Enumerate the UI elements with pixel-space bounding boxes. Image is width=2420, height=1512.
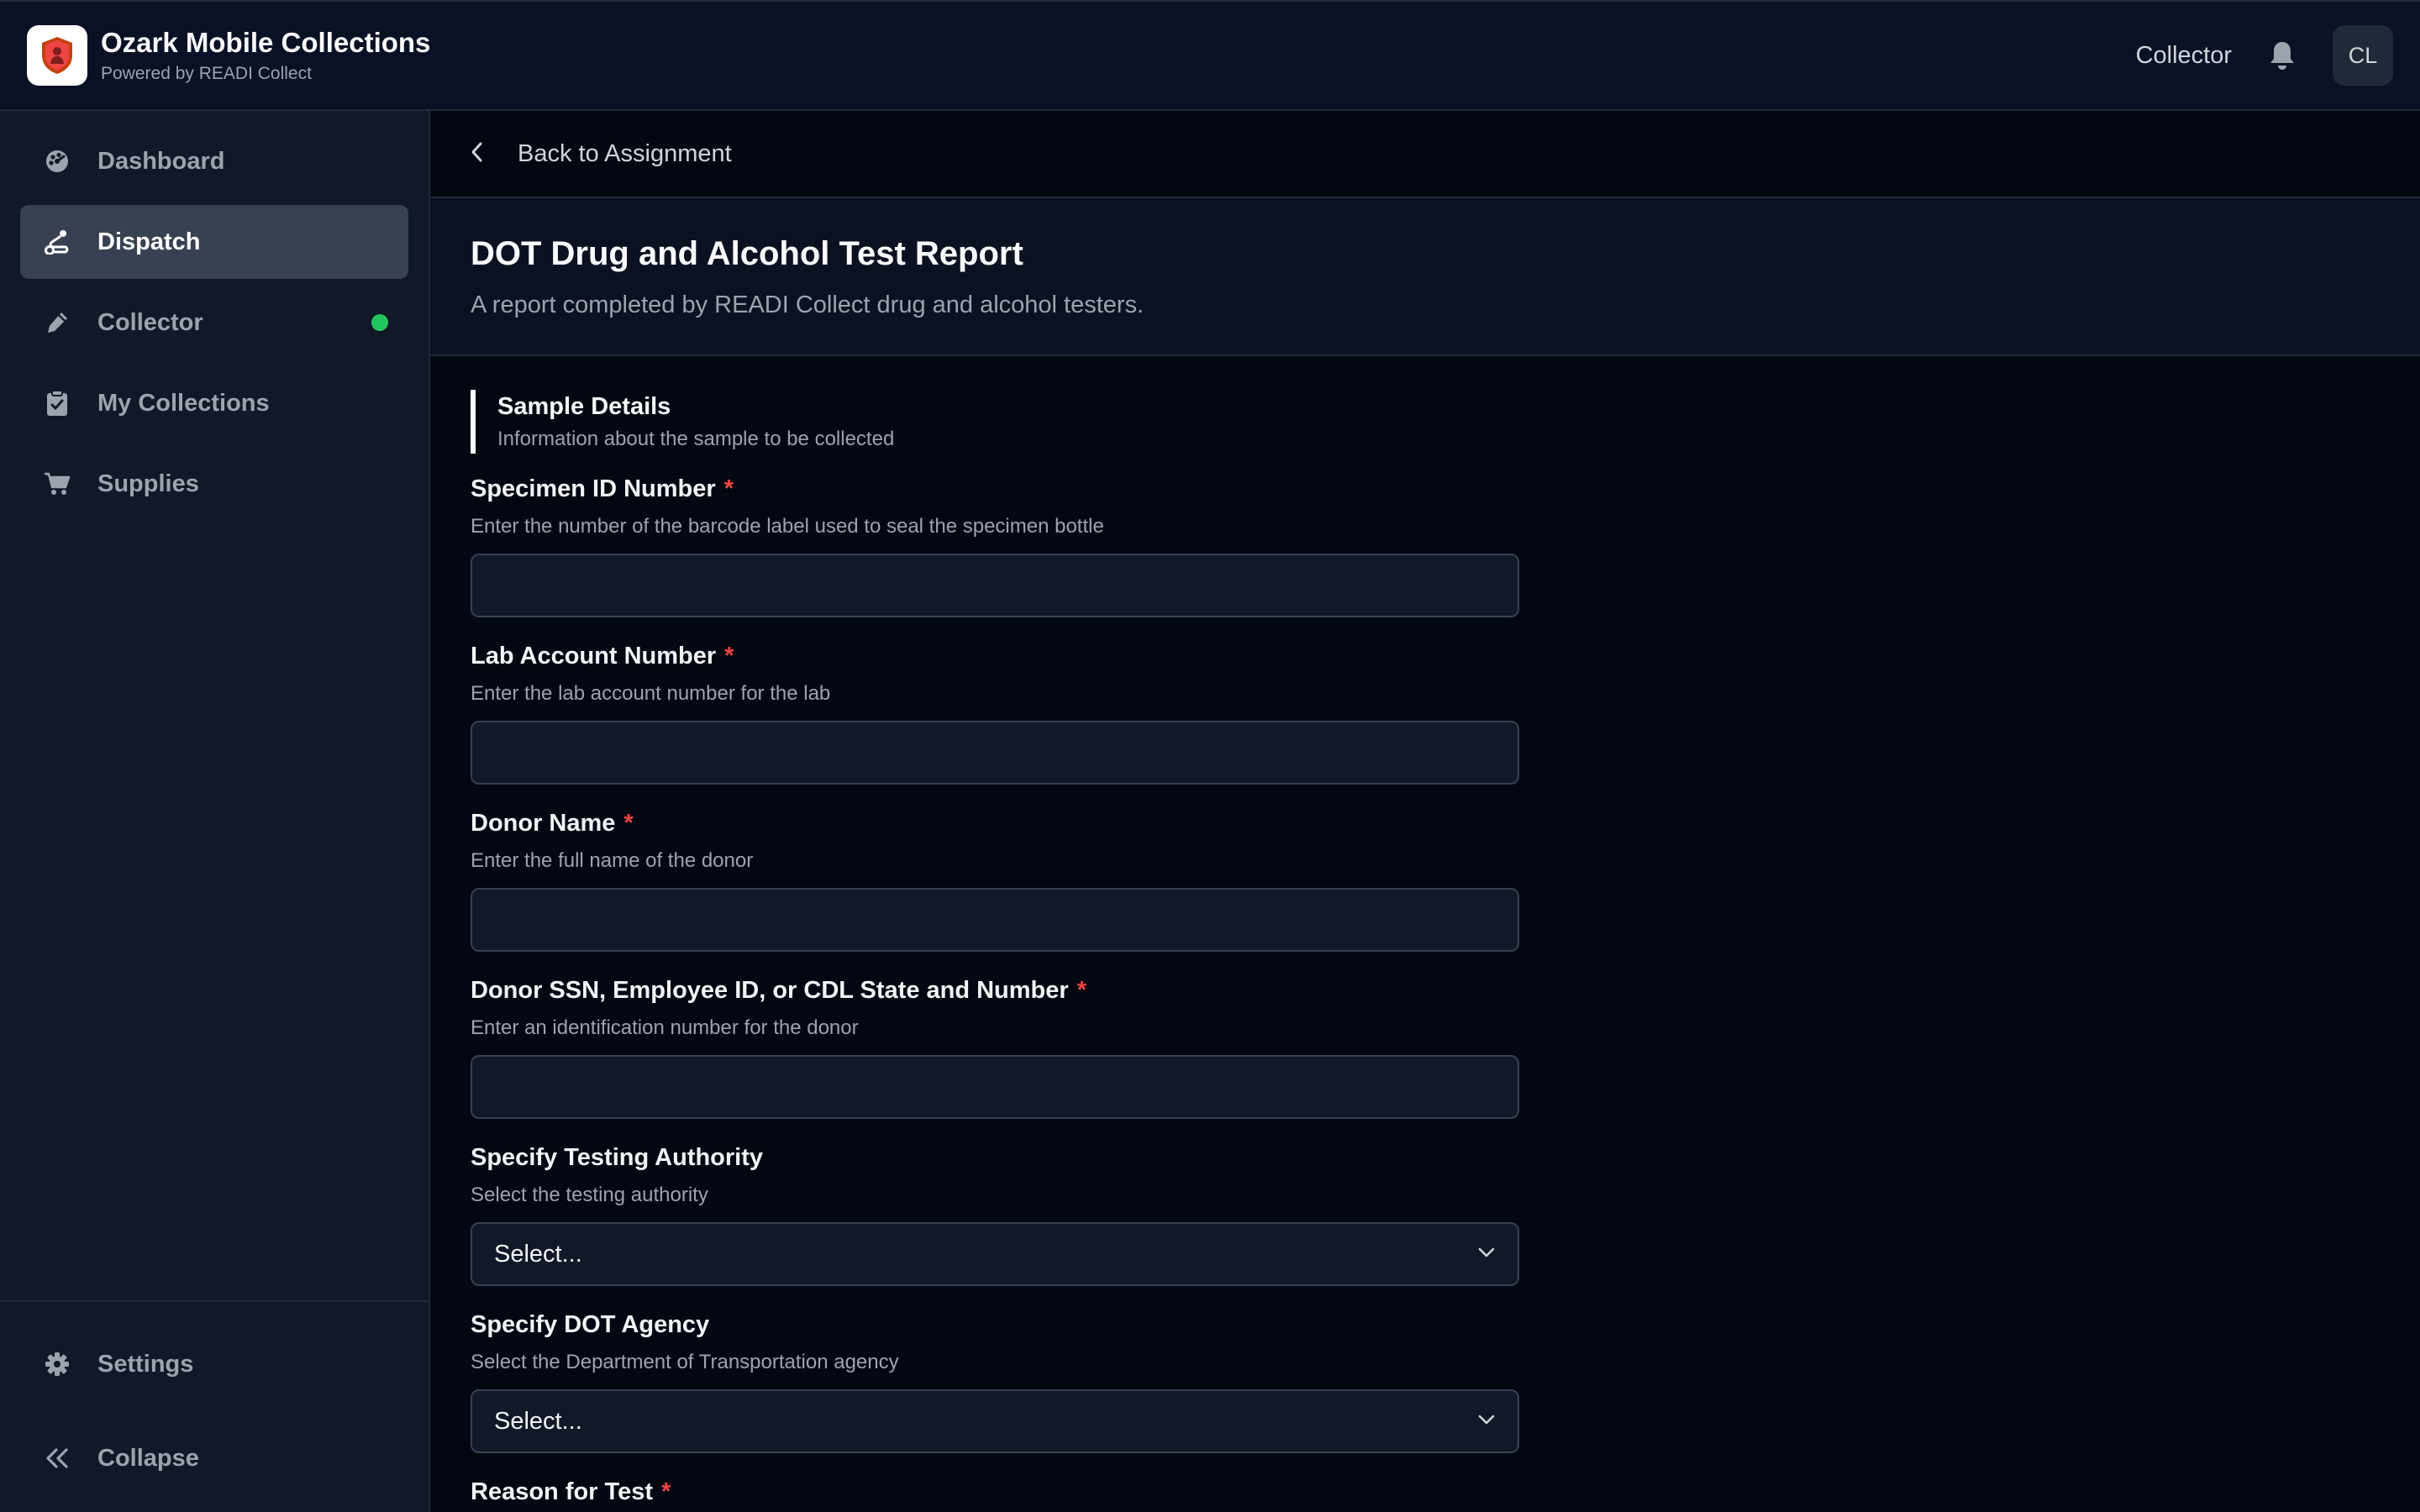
brand[interactable]: Ozark Mobile Collections Powered by READ… xyxy=(27,25,430,86)
app-subtitle: Powered by READI Collect xyxy=(101,64,312,83)
double-chevron-left-icon xyxy=(44,1445,71,1472)
page-subtitle: A report completed by READI Collect drug… xyxy=(471,291,1144,318)
required-marker: * xyxy=(1076,977,1086,1004)
sidebar-bottom: Settings Collapse xyxy=(0,1300,429,1512)
shield-logo-icon xyxy=(27,25,87,86)
pen-icon xyxy=(44,309,71,336)
sidebar-item-settings[interactable]: Settings xyxy=(20,1322,408,1406)
app-root: Ozark Mobile Collections Powered by READ… xyxy=(0,0,2420,1512)
role-label: Collector xyxy=(2135,41,2232,69)
cart-icon xyxy=(44,470,71,497)
sidebar-item-label: Settings xyxy=(97,1350,194,1378)
field-help: Enter the lab account number for the lab xyxy=(471,682,831,705)
sidebar-item-label: Dashboard xyxy=(97,147,225,175)
app-title: Ozark Mobile Collections xyxy=(101,27,431,58)
chevron-left-icon xyxy=(471,141,484,167)
top-header: Ozark Mobile Collections Powered by READ… xyxy=(0,0,2420,111)
select-value: Select... xyxy=(494,1407,582,1435)
online-status-dot xyxy=(371,314,388,331)
sidebar-item-collector[interactable]: Collector xyxy=(20,286,408,360)
back-label: Back to Assignment xyxy=(518,139,732,167)
report-form: Sample Details Information about the sam… xyxy=(430,356,2420,1506)
sidebar-item-supplies[interactable]: Supplies xyxy=(20,447,408,521)
clipboard-check-icon xyxy=(44,390,71,417)
sidebar-item-my-collections[interactable]: My Collections xyxy=(20,366,408,440)
lab-account-field-group: Lab Account Number * Enter the lab accou… xyxy=(471,643,1519,785)
field-label: Specimen ID Number xyxy=(471,475,716,502)
field-label: Specify Testing Authority xyxy=(471,1144,764,1171)
field-label: Specify DOT Agency xyxy=(471,1311,710,1338)
sidebar-item-label: Collector xyxy=(97,308,203,336)
chevron-down-icon xyxy=(1477,1414,1496,1430)
palette-icon xyxy=(44,148,71,175)
user-avatar[interactable]: CL xyxy=(2333,25,2393,86)
section-subtitle: Information about the sample to be colle… xyxy=(497,427,895,450)
sidebar-item-label: My Collections xyxy=(97,389,270,417)
page-header: DOT Drug and Alcohol Test Report A repor… xyxy=(430,198,2420,356)
route-icon xyxy=(44,228,71,255)
sidebar: Dashboard Dispatch Collector My Collecti… xyxy=(0,111,430,1512)
specimen-id-field-group: Specimen ID Number * Enter the number of… xyxy=(471,475,1519,617)
sidebar-item-label: Collapse xyxy=(97,1444,199,1472)
bell-icon[interactable] xyxy=(2265,39,2299,72)
field-help: Enter the full name of the donor xyxy=(471,849,754,872)
required-marker: * xyxy=(661,1478,671,1505)
field-label: Reason for Test xyxy=(471,1478,654,1505)
select-value: Select... xyxy=(494,1240,582,1268)
page-title: DOT Drug and Alcohol Test Report xyxy=(471,235,1023,272)
reason-for-test-field-group: Reason for Test * xyxy=(471,1478,1519,1506)
lab-account-input[interactable] xyxy=(471,721,1519,785)
field-label: Donor SSN, Employee ID, or CDL State and… xyxy=(471,977,1069,1004)
field-help: Enter an identification number for the d… xyxy=(471,1016,859,1039)
section-header: Sample Details Information about the sam… xyxy=(471,390,2380,454)
field-help: Select the Department of Transportation … xyxy=(471,1351,899,1373)
field-help: Enter the number of the barcode label us… xyxy=(471,515,1104,538)
required-marker: * xyxy=(623,810,634,837)
testing-authority-field-group: Specify Testing Authority Select the tes… xyxy=(471,1144,1519,1286)
dot-agency-field-group: Specify DOT Agency Select the Department… xyxy=(471,1311,1519,1453)
donor-id-field-group: Donor SSN, Employee ID, or CDL State and… xyxy=(471,977,1519,1119)
specimen-id-input[interactable] xyxy=(471,554,1519,617)
gear-icon xyxy=(44,1351,71,1378)
donor-id-input[interactable] xyxy=(471,1055,1519,1119)
sidebar-item-dispatch[interactable]: Dispatch xyxy=(20,205,408,279)
sidebar-item-label: Dispatch xyxy=(97,228,201,255)
sidebar-nav: Dashboard Dispatch Collector My Collecti… xyxy=(0,111,429,541)
testing-authority-select[interactable]: Select... xyxy=(471,1222,1519,1286)
field-label: Lab Account Number xyxy=(471,643,717,669)
chevron-down-icon xyxy=(1477,1247,1496,1263)
field-help: Select the testing authority xyxy=(471,1184,708,1206)
field-label: Donor Name xyxy=(471,810,616,837)
donor-name-input[interactable] xyxy=(471,888,1519,952)
section-title: Sample Details xyxy=(497,392,671,420)
dot-agency-select[interactable]: Select... xyxy=(471,1389,1519,1453)
collapse-sidebar-button[interactable]: Collapse xyxy=(20,1416,408,1500)
back-to-assignment-link[interactable]: Back to Assignment xyxy=(430,111,2420,198)
required-marker: * xyxy=(724,643,734,669)
sidebar-item-dashboard[interactable]: Dashboard xyxy=(20,124,408,198)
sidebar-item-label: Supplies xyxy=(97,470,199,497)
donor-name-field-group: Donor Name * Enter the full name of the … xyxy=(471,810,1519,952)
main-content: Back to Assignment DOT Drug and Alcohol … xyxy=(430,111,2420,1512)
required-marker: * xyxy=(723,475,734,502)
